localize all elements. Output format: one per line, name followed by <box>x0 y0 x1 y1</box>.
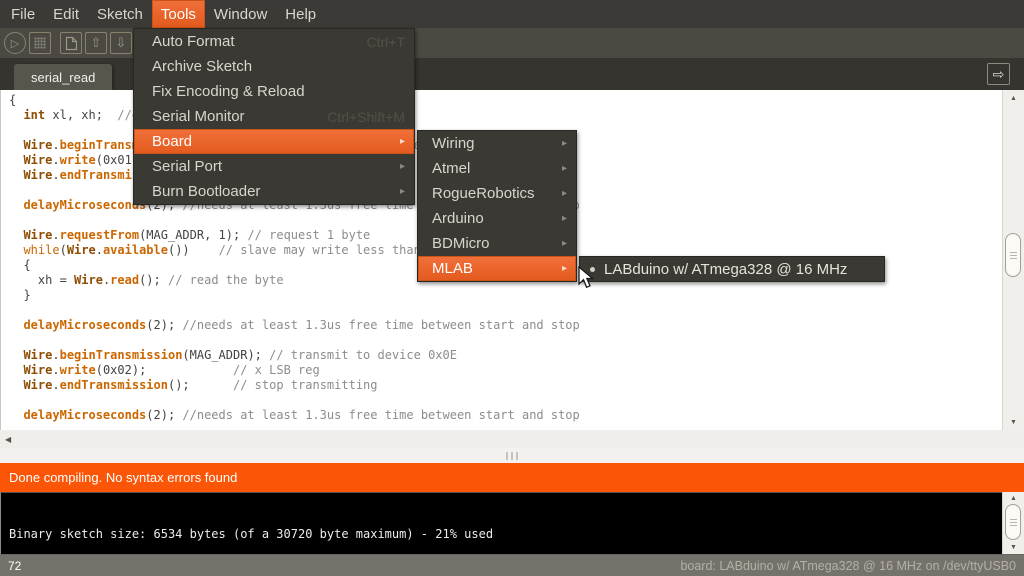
new-sketch-button[interactable] <box>60 32 82 54</box>
open-icon: ⇧ <box>91 35 102 51</box>
menu-item-atmel[interactable]: Atmel ▸ <box>418 156 576 181</box>
tab-label: serial_read <box>31 70 95 85</box>
submenu-arrow-icon: ▸ <box>562 138 567 149</box>
menu-item-roguerobotics[interactable]: RogueRobotics ▸ <box>418 181 576 206</box>
panel-splitter[interactable] <box>0 448 1024 463</box>
horizontal-scrollbar[interactable]: ◀ <box>0 430 1024 448</box>
save-icon: ⇩ <box>116 35 127 51</box>
menu-item-label: Wiring <box>432 135 554 152</box>
menu-item-label: Serial Monitor <box>152 108 311 125</box>
code-line: Wire.beginTransmission(MAG_ADDR); // tra… <box>9 348 1002 363</box>
menu-item-label: Fix Encoding & Reload <box>152 83 405 100</box>
menu-item-label: Board <box>152 133 392 150</box>
menu-item-archive-sketch[interactable]: Archive Sketch <box>134 54 414 79</box>
submenu-arrow-icon: ▸ <box>562 213 567 224</box>
console-scrollbar-thumb[interactable] <box>1005 504 1021 540</box>
console-scroll-up-icon[interactable]: ▲ <box>1003 495 1024 502</box>
stop-button[interactable] <box>29 32 51 54</box>
save-button[interactable]: ⇩ <box>110 32 132 54</box>
code-line: delayMicroseconds(2); //needs at least 1… <box>9 408 1002 423</box>
menu-item-label: Auto Format <box>152 33 351 50</box>
serial-monitor-icon: ⇨ <box>993 66 1005 83</box>
splitter-grip-icon <box>511 452 513 460</box>
menu-shortcut: Ctrl+T <box>367 34 406 50</box>
menu-item-label: LABduino w/ ATmega328 @ 16 MHz <box>604 261 875 278</box>
tab-serial-read[interactable]: serial_read <box>14 64 112 90</box>
console-text: Binary sketch size: 6534 bytes (of a 307… <box>9 527 493 541</box>
menu-item-label: BDMicro <box>432 235 554 252</box>
compile-status-message: Done compiling. No syntax errors found <box>9 470 237 485</box>
line-number: 72 <box>8 559 21 573</box>
menu-item-label: Serial Port <box>152 158 392 175</box>
verify-button[interactable]: ▷ <box>4 32 26 54</box>
stop-icon <box>34 37 46 49</box>
menu-item-arduino[interactable]: Arduino ▸ <box>418 206 576 231</box>
mouse-cursor-icon <box>578 266 597 296</box>
submenu-arrow-icon: ▸ <box>562 188 567 199</box>
code-line: Wire.write(0x02); // x LSB reg <box>9 363 1002 378</box>
menubar-item-sketch[interactable]: Sketch <box>88 0 152 28</box>
scrollbar-grip-icon <box>1010 522 1017 523</box>
submenu-arrow-icon: ▸ <box>400 186 405 197</box>
menu-item-wiring[interactable]: Wiring ▸ <box>418 131 576 156</box>
new-sketch-icon <box>65 36 78 51</box>
status-footer: 72 board: LABduino w/ ATmega328 @ 16 MHz… <box>0 554 1024 576</box>
menubar-item-help[interactable]: Help <box>276 0 325 28</box>
menu-item-bdmicro[interactable]: BDMicro ▸ <box>418 231 576 256</box>
compile-status-bar: Done compiling. No syntax errors found <box>0 463 1024 492</box>
menu-shortcut: Ctrl+Shift+M <box>327 109 405 125</box>
open-button[interactable]: ⇧ <box>85 32 107 54</box>
menu-item-burn-bootloader[interactable]: Burn Bootloader ▸ <box>134 179 414 204</box>
console-scroll-down-icon[interactable]: ▼ <box>1003 544 1024 551</box>
mlab-submenu: LABduino w/ ATmega328 @ 16 MHz <box>579 256 885 282</box>
menu-item-serial-monitor[interactable]: Serial Monitor Ctrl+Shift+M <box>134 104 414 129</box>
menu-item-board[interactable]: Board ▸ <box>134 129 414 154</box>
menu-item-fix-encoding-reload[interactable]: Fix Encoding & Reload <box>134 79 414 104</box>
menu-item-serial-port[interactable]: Serial Port ▸ <box>134 154 414 179</box>
board-submenu: Wiring▸Atmel▸RogueRobotics▸Arduino▸BDMic… <box>417 130 577 282</box>
menu-item-auto-format[interactable]: Auto Format Ctrl+T <box>134 29 414 54</box>
editor-scrollbar[interactable]: ▲ ▼ <box>1002 90 1024 430</box>
console-scrollbar[interactable]: ▲ ▼ <box>1002 492 1024 554</box>
tools-menu: Auto Format Ctrl+T Archive Sketch Fix Encod… <box>133 28 415 205</box>
serial-monitor-button[interactable]: ⇨ <box>987 63 1010 85</box>
menu-item-label: Atmel <box>432 160 554 177</box>
board-info: board: LABduino w/ ATmega328 @ 16 MHz on… <box>680 559 1016 573</box>
menu-item-mlab[interactable]: MLAB ▸ <box>418 256 576 281</box>
code-line: } <box>9 288 1002 303</box>
menu-item-label: Arduino <box>432 210 554 227</box>
menu-item-label: RogueRobotics <box>432 185 554 202</box>
console-panel: Binary sketch size: 6534 bytes (of a 307… <box>0 492 1024 554</box>
scroll-left-icon[interactable]: ◀ <box>5 435 11 444</box>
menubar-item-tools[interactable]: Tools <box>152 0 205 28</box>
submenu-arrow-icon: ▸ <box>562 163 567 174</box>
scroll-down-icon[interactable]: ▼ <box>1003 419 1024 426</box>
menu-item-labduino-w-atmega328-16-mhz[interactable]: LABduino w/ ATmega328 @ 16 MHz <box>580 257 884 281</box>
editor-scrollbar-thumb[interactable] <box>1005 233 1021 277</box>
menubar-item-edit[interactable]: Edit <box>44 0 88 28</box>
scrollbar-grip-icon <box>1010 255 1017 256</box>
code-line <box>9 333 1002 348</box>
submenu-arrow-icon: ▸ <box>400 161 405 172</box>
code-line: Wire.endTransmission(); // stop transmit… <box>9 378 1002 393</box>
code-line <box>9 303 1002 318</box>
menu-item-label: MLAB <box>432 260 554 277</box>
scroll-up-icon[interactable]: ▲ <box>1003 95 1024 102</box>
code-line <box>9 393 1002 408</box>
arduino-ide-window: FileEditSketchToolsWindowHelp ▷ ⇧ ⇩ serial… <box>0 0 1024 576</box>
menu-item-label: Burn Bootloader <box>152 183 392 200</box>
console-output: Binary sketch size: 6534 bytes (of a 307… <box>0 492 1002 554</box>
menu-item-label: Archive Sketch <box>152 58 405 75</box>
submenu-arrow-icon: ▸ <box>400 136 405 147</box>
verify-icon: ▷ <box>11 37 19 50</box>
code-line: delayMicroseconds(2); //needs at least 1… <box>9 318 1002 333</box>
submenu-arrow-icon: ▸ <box>562 238 567 249</box>
menubar-item-file[interactable]: File <box>2 0 44 28</box>
menubar-item-window[interactable]: Window <box>205 0 276 28</box>
submenu-arrow-icon: ▸ <box>562 263 567 274</box>
menubar: FileEditSketchToolsWindowHelp <box>0 0 1024 28</box>
